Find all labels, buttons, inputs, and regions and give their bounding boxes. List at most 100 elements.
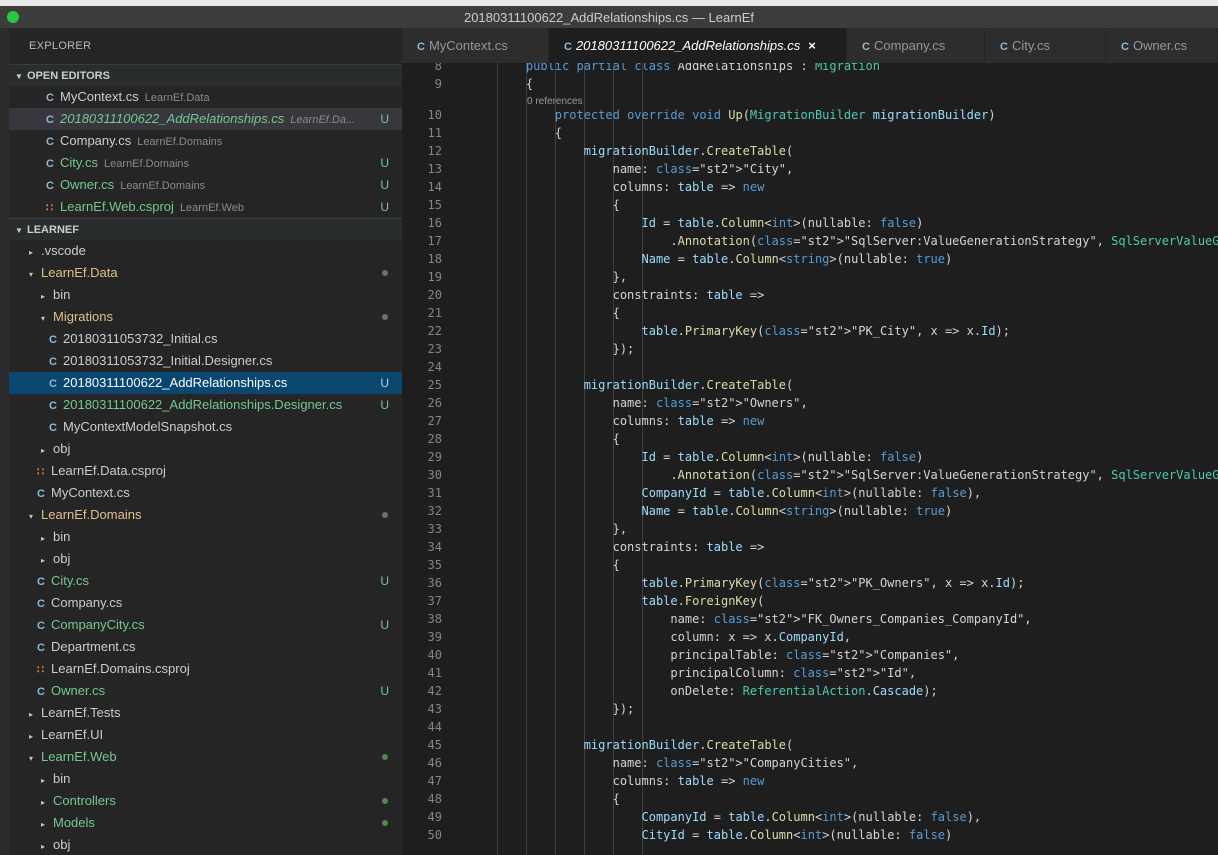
tree-item[interactable]: ▾ LearnEf.Data [9,262,402,284]
tab-mycontext-cs[interactable]: C MyContext.cs [402,28,549,63]
code-text: principalTable: class="st2">"Companies", [497,648,960,662]
code-text: public partial class AddRelationships : … [525,63,880,73]
close-icon[interactable]: × [808,38,816,53]
tree-item[interactable]: C MyContext.cs [9,482,402,504]
csharp-icon: C [417,41,425,53]
chevron-right-icon: ▸ [41,534,46,543]
project-header[interactable]: ▼ LEARNEF [9,218,402,240]
tree-item-label: LearnEf.UI [41,727,104,742]
tab-owner-cs[interactable]: C Owner.cs [1106,28,1218,63]
git-status-badge: U [380,178,389,192]
tree-item[interactable]: ▾ LearnEf.Web [9,746,402,768]
modified-dot-icon [382,314,388,320]
modified-dot-icon [382,512,388,518]
code-line: 27 columns: table => new [402,412,1218,430]
tab-city-cs[interactable]: C City.cs [985,28,1106,63]
code-text: migrationBuilder.CreateTable( [583,144,794,158]
tree-item[interactable]: ▸ bin [9,284,402,306]
tab-label: 20180311100622_AddRelationships.cs [575,38,801,53]
line-number: 21 [427,306,442,320]
tab-company-cs[interactable]: C Company.cs [847,28,985,63]
tree-item[interactable]: ▸ bin [9,768,402,790]
tree-item[interactable]: C 20180311053732_Initial.Designer.cs [9,350,402,372]
line-number: 22 [427,324,442,338]
code-text: { [497,792,620,806]
tree-item[interactable]: C CompanyCity.cs U [9,614,402,636]
line-number: 8 [434,63,442,73]
open-editor-item[interactable]: C Owner.cs LearnEf.Domains U [9,174,402,196]
tree-item[interactable]: C City.cs U [9,570,402,592]
tree-item[interactable]: ▸ Models [9,812,402,834]
code-text: migrationBuilder.CreateTable( [583,378,794,392]
code-line: 43 }); [402,700,1218,718]
tree-item[interactable]: ▸ Controllers [9,790,402,812]
tree-item[interactable]: C Owner.cs U [9,680,402,702]
tree-item-label: obj [53,837,71,852]
open-editor-item[interactable]: ∷ LearnEf.Web.csproj LearnEf.Web U [9,196,402,218]
code-editor[interactable]: 8 public partial class AddRelationships … [402,63,1218,855]
line-number: 28 [427,432,442,446]
tree-item[interactable]: ▸ obj [9,438,402,460]
tree-item-label: Department.cs [51,639,136,654]
tree-item[interactable]: C 20180311100622_AddRelationships.Designe… [9,394,402,416]
code-text: constraints: table => [497,540,765,554]
tree-item[interactable]: C MyContextModelSnapshot.cs [9,416,402,438]
tree-item[interactable]: ▸ bin [9,526,402,548]
code-line: 33 }, [402,520,1218,538]
code-text: constraints: table => [497,288,765,302]
tree-item-label: MyContext.cs [51,485,130,500]
tree-item[interactable]: C Company.cs [9,592,402,614]
line-number: 45 [427,738,442,752]
open-editor-path: LearnEf.Domains [120,180,206,192]
code-text: principalColumn: class="st2">"Id", [497,666,917,680]
code-line: 26 name: class="st2">"Owners", [402,394,1218,412]
open-editor-item[interactable]: C 20180311100622_AddRelationships.cs Learn… [9,108,402,130]
tree-item[interactable]: ▾ Migrations [9,306,402,328]
tree-item-label: Controllers [53,793,116,808]
line-number: 17 [427,234,442,248]
tree-item[interactable]: ▾ LearnEf.Domains [9,504,402,526]
tree-item[interactable]: C 20180311100622_AddRelationships.cs U [9,372,402,394]
open-editor-item[interactable]: C City.cs LearnEf.Domains U [9,152,402,174]
line-number: 19 [427,270,442,284]
open-editor-name: LearnEf.Web.csproj [60,199,174,214]
line-number: 49 [427,810,442,824]
line-number: 46 [427,756,442,770]
code-line: 18 Name = table.Column<string>(nullable:… [402,250,1218,268]
open-editor-item[interactable]: C MyContext.cs LearnEf.Data [9,86,402,108]
tab-20180311100622-addrelationships-cs[interactable]: C 20180311100622_AddRelationships.cs × [549,28,847,63]
tree-item[interactable]: ▸ LearnEf.UI [9,724,402,746]
code-line: 9 { [402,75,1218,93]
git-status-badge: U [380,398,389,412]
open-editors-header[interactable]: ▼ OPEN EDITORS [9,64,402,86]
rss-icon: ∷ [37,466,44,478]
code-line: 31 CompanyId = table.Column<int>(nullabl… [402,484,1218,502]
csharp-icon: C [37,642,45,654]
code-text: table.PrimaryKey(class="st2">"PK_Owners"… [641,576,1025,590]
tree-item[interactable]: ∷ LearnEf.Domains.csproj [9,658,402,680]
tree-item[interactable]: ▸ obj [9,548,402,570]
line-number: 31 [427,486,442,500]
git-status-badge: U [380,200,389,214]
csharp-icon: C [49,422,57,434]
code-line: 30 .Annotation(class="st2">"SqlServer:Va… [402,466,1218,484]
csharp-icon: C [46,136,54,148]
line-number: 34 [427,540,442,554]
tree-item[interactable]: ▸ .vscode [9,240,402,262]
csharp-icon: C [37,576,45,588]
code-text: name: class="st2">"Owners", [497,396,808,410]
tree-item[interactable]: ▸ LearnEf.Tests [9,702,402,724]
tree-item[interactable]: ▸ obj [9,834,402,855]
tree-item[interactable]: ∷ LearnEf.Data.csproj [9,460,402,482]
code-text: }); [497,702,635,716]
open-editor-item[interactable]: C Company.cs LearnEf.Domains [9,130,402,152]
tab-label: MyContext.cs [428,38,508,53]
tree-item[interactable]: C Department.cs [9,636,402,658]
code-line: 28 { [402,430,1218,448]
tree-item-label: LearnEf.Domains [41,507,142,522]
tree-item[interactable]: C 20180311053732_Initial.cs [9,328,402,350]
line-number: 20 [427,288,442,302]
line-number: 12 [427,144,442,158]
chevron-right-icon: ▸ [29,248,34,257]
code-line: 22 table.PrimaryKey(class="st2">"PK_City… [402,322,1218,340]
